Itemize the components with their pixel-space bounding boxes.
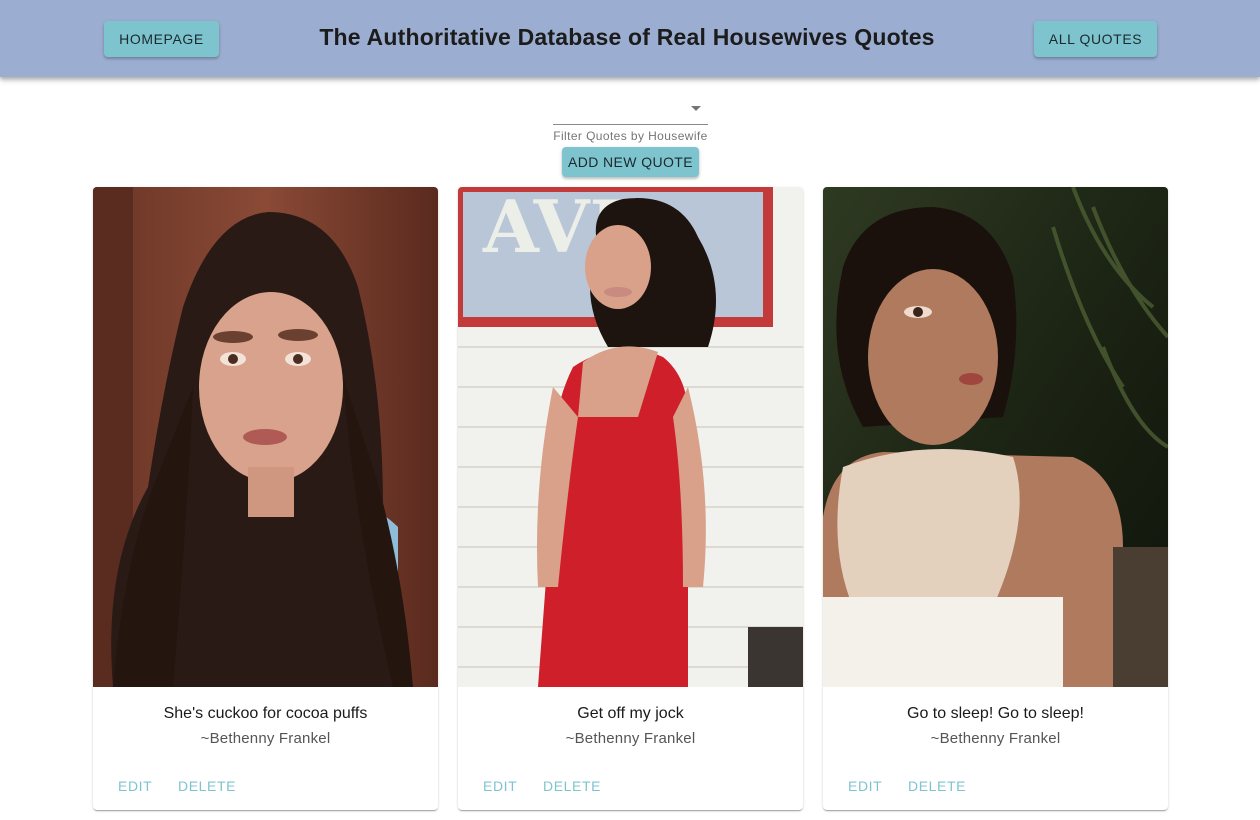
- housewife-photo: [93, 187, 438, 687]
- caret-down-icon: [691, 106, 701, 111]
- quote-author: ~Bethenny Frankel: [565, 730, 696, 747]
- delete-button[interactable]: DELETE: [543, 778, 601, 794]
- add-new-quote-button[interactable]: ADD NEW QUOTE: [562, 147, 699, 177]
- edit-button[interactable]: EDIT: [848, 778, 882, 794]
- app-bar: HOMEPAGE The Authoritative Database of R…: [0, 0, 1260, 77]
- quote-text: Go to sleep! Go to sleep!: [907, 705, 1084, 722]
- quote-card: AVE. Get off my jock ~Bethenny Frankel E…: [458, 187, 803, 810]
- filter-label: Filter Quotes by Housewife: [553, 129, 708, 143]
- housewife-photo: AVE.: [458, 187, 803, 687]
- all-quotes-button[interactable]: ALL QUOTES: [1034, 21, 1157, 57]
- page-title: The Authoritative Database of Real House…: [319, 24, 935, 50]
- quote-text: She's cuckoo for cocoa puffs: [163, 705, 368, 722]
- quote-author: ~Bethenny Frankel: [930, 730, 1061, 747]
- quote-card: She's cuckoo for cocoa puffs ~Bethenny F…: [93, 187, 438, 810]
- housewife-filter-select[interactable]: [553, 96, 708, 125]
- delete-button[interactable]: DELETE: [908, 778, 966, 794]
- delete-button[interactable]: DELETE: [178, 778, 236, 794]
- quote-text: Get off my jock: [577, 705, 684, 722]
- homepage-button[interactable]: HOMEPAGE: [104, 21, 219, 57]
- quote-author: ~Bethenny Frankel: [200, 730, 331, 747]
- housewife-photo: [823, 187, 1168, 687]
- edit-button[interactable]: EDIT: [118, 778, 152, 794]
- quote-card: Go to sleep! Go to sleep! ~Bethenny Fran…: [823, 187, 1168, 810]
- edit-button[interactable]: EDIT: [483, 778, 517, 794]
